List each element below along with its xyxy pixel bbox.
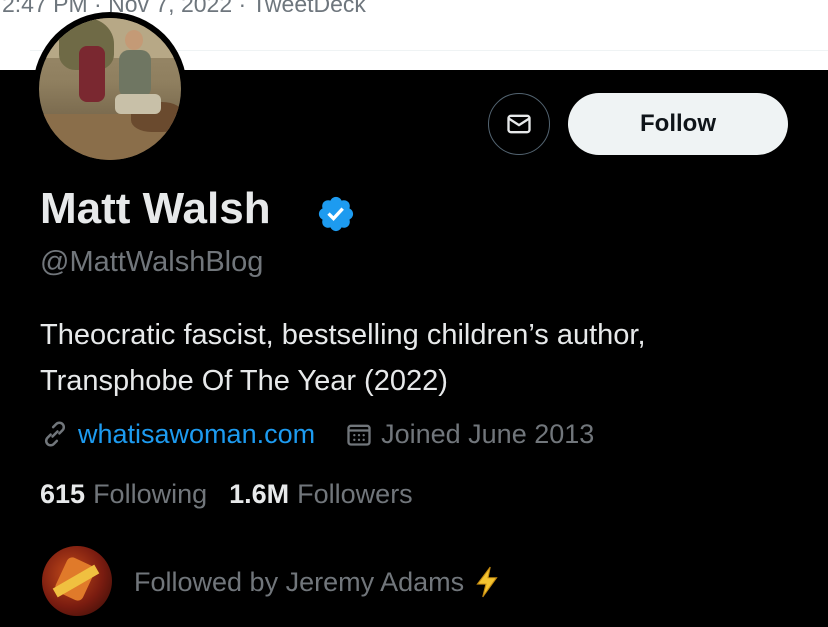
message-button[interactable] bbox=[488, 93, 550, 155]
profile-name: Matt Walsh bbox=[40, 184, 271, 233]
follow-stats: 615 Following 1.6M Followers bbox=[40, 474, 435, 514]
tweet-timestamp[interactable]: 2:47 PM · Nov 7, 2022 · TweetDeck bbox=[2, 0, 366, 18]
lightning-bolt-icon bbox=[476, 566, 498, 598]
joined-date: Joined June 2013 bbox=[381, 418, 595, 449]
verified-badge-icon[interactable] bbox=[316, 194, 356, 234]
profile-handle: @MattWalshBlog bbox=[40, 246, 264, 278]
bio-line: Transphobe Of The Year (2022) bbox=[40, 365, 448, 397]
bio-line: Theocratic fascist, bestselling children… bbox=[40, 319, 646, 351]
avatar-photo bbox=[39, 18, 181, 160]
followers-label[interactable]: Followers bbox=[297, 479, 413, 510]
following-count[interactable]: 615 bbox=[40, 479, 85, 510]
calendar-icon bbox=[347, 424, 371, 446]
following-label[interactable]: Following bbox=[93, 479, 207, 510]
link-icon bbox=[44, 421, 66, 447]
profile-bio: Theocratic fascist, bestselling children… bbox=[40, 312, 800, 404]
followed-by-text: Followed by Jeremy Adams bbox=[134, 566, 465, 597]
envelope-icon bbox=[507, 114, 531, 134]
followed-by[interactable]: Followed by Jeremy Adams bbox=[134, 562, 500, 602]
followers-count[interactable]: 1.6M bbox=[229, 479, 289, 510]
profile-avatar[interactable] bbox=[33, 12, 187, 166]
profile-page: 2:47 PM · Nov 7, 2022 · TweetDeck Follow… bbox=[0, 0, 828, 627]
website-link[interactable]: whatisawoman.com bbox=[78, 419, 315, 450]
mutual-follower-avatar[interactable] bbox=[42, 546, 112, 616]
follow-button[interactable]: Follow bbox=[568, 93, 788, 155]
profile-meta-row: whatisawoman.com Joined June 2013 bbox=[40, 414, 594, 454]
